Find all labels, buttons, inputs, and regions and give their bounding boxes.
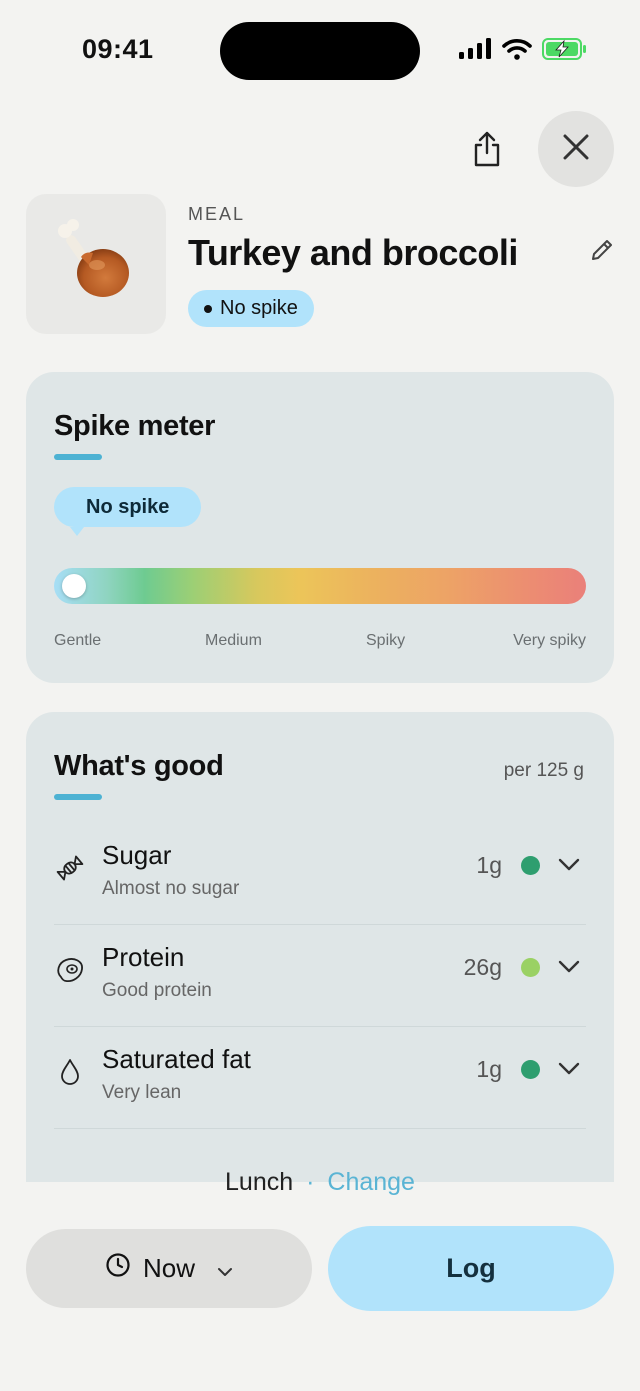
bubble-label: No spike xyxy=(54,487,202,527)
nutrient-description: Good protein xyxy=(102,980,212,1001)
cellular-signal-icon xyxy=(458,38,492,65)
meter-label-very-spiky: Very spiky xyxy=(513,632,586,649)
spike-meter-knob[interactable] xyxy=(62,574,86,598)
nutrient-status-dot xyxy=(521,856,540,875)
spike-meter-bubble: No spike xyxy=(54,487,202,536)
nutrient-status-dot xyxy=(521,958,540,977)
nutrient-name: Sugar xyxy=(102,840,172,870)
nutrient-value: 26g xyxy=(463,954,502,980)
change-meal-type-link[interactable]: Change xyxy=(327,1168,415,1196)
nutrient-name: Saturated fat xyxy=(102,1044,251,1074)
badge-label: No spike xyxy=(220,297,298,319)
nutrient-status-dot xyxy=(521,1060,540,1079)
clock-icon xyxy=(105,1252,131,1285)
close-button[interactable] xyxy=(538,111,614,187)
meal-type-row: Lunch · Change xyxy=(0,1168,640,1197)
spike-status-badge: No spike xyxy=(188,290,314,327)
candy-icon xyxy=(54,852,86,884)
nutrient-name: Protein xyxy=(102,942,185,972)
log-button[interactable]: Log xyxy=(328,1226,614,1311)
chevron-down-icon[interactable] xyxy=(556,852,582,878)
meter-label-spiky: Spiky xyxy=(366,632,406,649)
title-underline xyxy=(54,794,102,800)
per-serving-label: per 125 g xyxy=(503,760,584,781)
meal-title: Turkey and broccoli xyxy=(188,232,518,273)
time-select-button[interactable]: Now xyxy=(26,1229,312,1308)
badge-dot xyxy=(204,304,212,313)
bubble-tail xyxy=(70,527,84,536)
nutrient-row-protein[interactable]: Protein Good protein 26g xyxy=(54,924,586,1027)
close-icon xyxy=(563,134,589,165)
whats-good-card: What's good per 125 g Sugar Almost no su… xyxy=(26,712,614,1182)
battery-charging-icon xyxy=(542,38,588,65)
nutrient-description: Almost no sugar xyxy=(102,878,240,899)
chevron-down-icon[interactable] xyxy=(556,1056,582,1082)
nutrient-value: 1g xyxy=(476,1056,502,1082)
steak-icon xyxy=(54,954,86,986)
share-button[interactable] xyxy=(462,128,512,174)
nutrient-row-saturated-fat[interactable]: Saturated fat Very lean 1g xyxy=(54,1026,586,1129)
chevron-down-icon[interactable] xyxy=(556,954,582,980)
droplet-icon xyxy=(54,1056,86,1088)
turkey-drumstick-icon xyxy=(51,217,141,312)
meal-kicker: MEAL xyxy=(188,204,246,224)
meal-image xyxy=(26,194,166,334)
title-underline xyxy=(54,454,102,460)
nutrient-row-sugar[interactable]: Sugar Almost no sugar 1g xyxy=(54,822,586,925)
pencil-icon xyxy=(589,237,615,268)
nutrient-description: Very lean xyxy=(102,1082,182,1103)
meter-label-medium: Medium xyxy=(205,632,262,649)
edit-button[interactable] xyxy=(586,236,618,268)
status-icons xyxy=(458,38,588,65)
share-icon xyxy=(471,130,503,173)
spike-meter-card: Spike meter No spike Gentle Medium Spiky… xyxy=(26,372,614,683)
status-time: 09:41 xyxy=(82,34,154,64)
spike-meter-bar xyxy=(54,568,586,604)
dynamic-island xyxy=(220,22,420,80)
time-select-label: Now xyxy=(142,1253,195,1283)
meal-type-label: Lunch xyxy=(225,1168,294,1196)
whats-good-title: What's good xyxy=(54,750,224,782)
chevron-down-icon xyxy=(217,1253,233,1284)
nutrient-value: 1g xyxy=(476,852,502,878)
meal-type-separator: · xyxy=(306,1168,315,1196)
spike-meter-title: Spike meter xyxy=(54,410,216,442)
meter-label-gentle: Gentle xyxy=(54,632,102,649)
wifi-icon xyxy=(502,38,532,65)
